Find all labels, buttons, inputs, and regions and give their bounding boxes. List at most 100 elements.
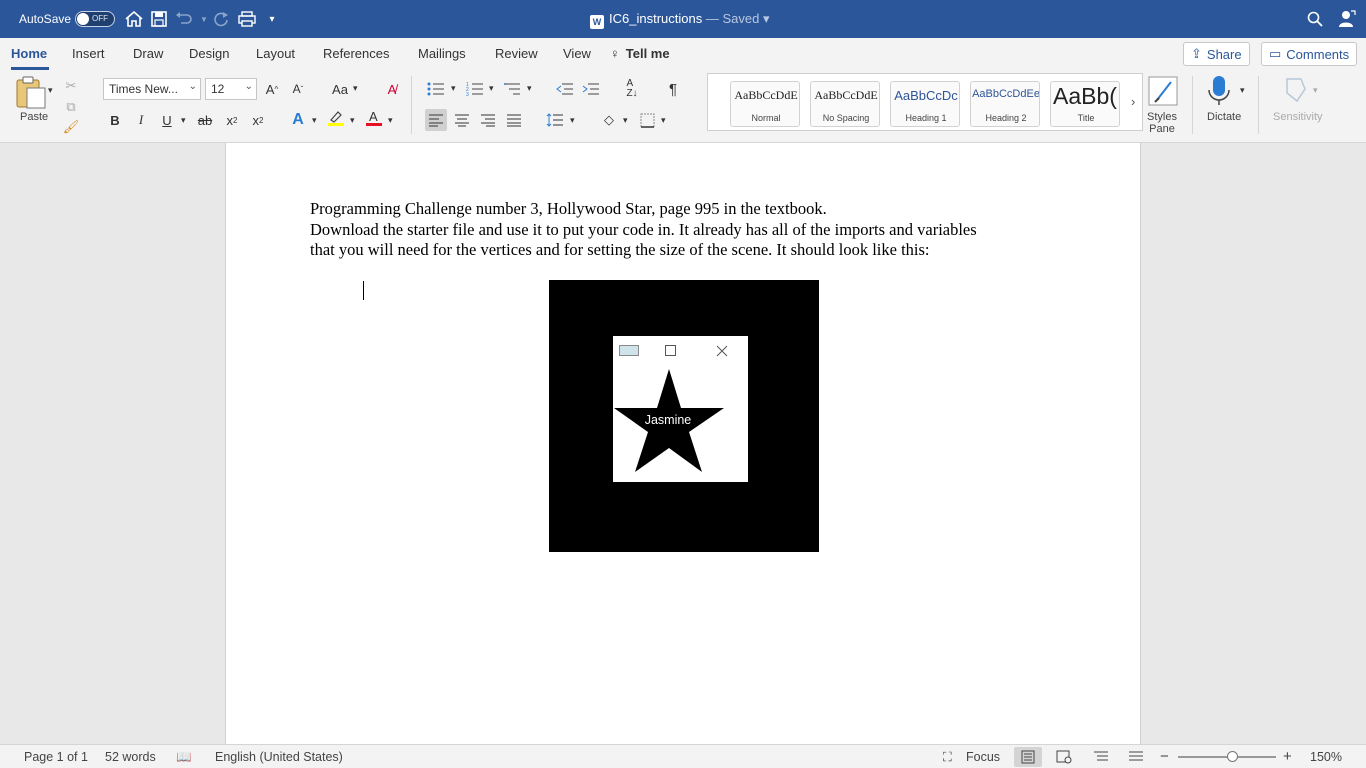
change-case-icon[interactable]: Aa [329,78,351,100]
zoom-out-icon[interactable]: − [1160,748,1169,765]
chevron-down-icon[interactable]: ▾ [388,115,393,126]
highlight-icon[interactable] [325,107,347,129]
borders-icon[interactable] [636,109,658,131]
chevron-down-icon[interactable]: ▾ [661,115,666,126]
chevron-down-icon[interactable]: ▾ [451,83,456,94]
style-heading-2[interactable]: AaBbCcDdEe Heading 2 [970,81,1040,127]
gallery-next-icon[interactable]: › [1131,94,1135,109]
align-left-icon[interactable] [425,109,447,131]
tab-view[interactable]: View [563,46,591,61]
copy-icon[interactable]: ⧉ [60,96,82,118]
redo-icon[interactable] [211,9,231,29]
focus-icon[interactable]: ⛶ [943,750,952,765]
embedded-screenshot[interactable]: Jasmine [549,280,819,552]
tab-draw[interactable]: Draw [133,46,163,61]
account-icon[interactable] [1337,9,1357,29]
style-name: Title [1077,113,1095,123]
multilevel-list-icon[interactable] [502,78,524,100]
clear-formatting-icon[interactable]: A̸ [381,78,403,100]
web-layout-view[interactable] [1056,750,1072,767]
print-icon[interactable] [237,9,257,29]
style-no-spacing[interactable]: AaBbCcDdE No Spacing [810,81,880,127]
justify-icon[interactable] [503,109,525,131]
show-formatting-icon[interactable]: ¶ [662,78,684,100]
increase-indent-icon[interactable] [580,78,602,100]
text-cursor [363,281,364,300]
tab-home[interactable]: Home [11,46,47,61]
font-name-select[interactable]: Times New... ⌄ [103,78,201,100]
comment-icon: ▭ [1269,46,1282,61]
word-count[interactable]: 52 words [105,750,156,764]
style-heading-1[interactable]: AaBbCcDc Heading 1 [890,81,960,127]
save-icon[interactable] [149,9,169,29]
tab-insert[interactable]: Insert [72,46,105,61]
chevron-down-icon[interactable]: ▾ [181,115,186,126]
paste-label: Paste [20,111,49,123]
bullets-icon[interactable] [425,78,447,100]
undo-icon[interactable] [174,9,194,29]
subscript-icon[interactable]: x2 [221,109,243,131]
language[interactable]: English (United States) [215,750,343,764]
chevron-down-icon[interactable]: ▾ [312,115,317,126]
outline-view[interactable] [1093,750,1109,767]
svg-text:A: A [369,109,378,124]
chevron-down-icon[interactable]: ▾ [570,115,575,126]
chevron-down-icon[interactable]: ▾ [353,83,358,94]
dictate-button[interactable] [1207,74,1231,110]
strikethrough-icon[interactable]: ab [194,109,216,131]
underline-icon[interactable]: U [156,109,178,131]
align-right-icon[interactable] [477,109,499,131]
tab-review[interactable]: Review [495,46,538,61]
numbering-icon[interactable]: 123 [464,78,486,100]
chevron-down-icon[interactable]: ▾ [350,115,355,126]
document-area[interactable]: Programming Challenge number 3, Hollywoo… [0,143,1366,744]
tab-layout[interactable]: Layout [256,46,295,61]
sort-icon[interactable]: A Z↓ [621,78,643,100]
chevron-down-icon[interactable]: ▾ [489,83,494,94]
customize-toolbar-icon[interactable]: ▾ [262,9,282,29]
tab-mailings[interactable]: Mailings [418,46,466,61]
chevron-down-icon[interactable]: ▾ [527,83,532,94]
format-painter-icon[interactable]: 🖌 [60,116,82,138]
chevron-down-icon[interactable]: ▾ [623,115,628,126]
chevron-down-icon[interactable]: ▾ [1240,85,1245,96]
home-icon[interactable] [124,9,144,29]
zoom-level[interactable]: 150% [1310,750,1342,764]
grow-font-icon[interactable]: A ^ [261,78,283,100]
document-page[interactable]: Programming Challenge number 3, Hollywoo… [225,143,1141,744]
tab-design[interactable]: Design [189,46,229,61]
draft-view[interactable] [1128,750,1144,767]
font-size-select[interactable]: 12 ⌄ [205,78,257,100]
doc-name: IC6_instructions [609,11,703,26]
proofing-icon[interactable]: 📖 [176,750,192,765]
align-center-icon[interactable] [451,109,473,131]
line-spacing-icon[interactable] [544,109,566,131]
style-title[interactable]: AaBb( Title [1050,81,1120,127]
share-button[interactable]: ⇪ Share [1183,42,1250,66]
cut-icon[interactable]: ✂ [60,75,82,97]
font-color-icon[interactable]: A [363,107,385,129]
comments-button[interactable]: ▭ Comments [1261,42,1358,66]
shrink-font-icon[interactable]: Aˇ [287,78,309,100]
autosave-toggle[interactable]: OFF [75,11,115,27]
search-icon[interactable] [1305,9,1325,29]
paste-dropdown-icon[interactable]: ▾ [48,85,53,96]
italic-icon[interactable]: I [130,109,152,131]
tab-references[interactable]: References [323,46,389,61]
zoom-in-icon[interactable]: + [1283,748,1292,765]
share-label: Share [1206,46,1242,62]
shading-icon[interactable]: ◇ [598,109,620,131]
zoom-slider-thumb[interactable] [1227,751,1238,762]
page-count[interactable]: Page 1 of 1 [24,750,88,764]
style-normal[interactable]: AaBbCcDdE Normal [730,81,800,127]
styles-pane-button[interactable] [1147,76,1179,110]
decrease-indent-icon[interactable] [554,78,576,100]
focus-label[interactable]: Focus [966,750,1000,764]
doc-line-1: Programming Challenge number 3, Hollywoo… [310,199,827,218]
tell-me[interactable]: ♀ Tell me [610,46,670,61]
document-title[interactable]: W IC6_instructions — Saved ▾ [590,11,769,29]
superscript-icon[interactable]: x2 [247,109,269,131]
print-layout-view[interactable] [1014,747,1042,767]
text-effects-icon[interactable]: A [287,109,309,131]
bold-icon[interactable]: B [104,109,126,131]
